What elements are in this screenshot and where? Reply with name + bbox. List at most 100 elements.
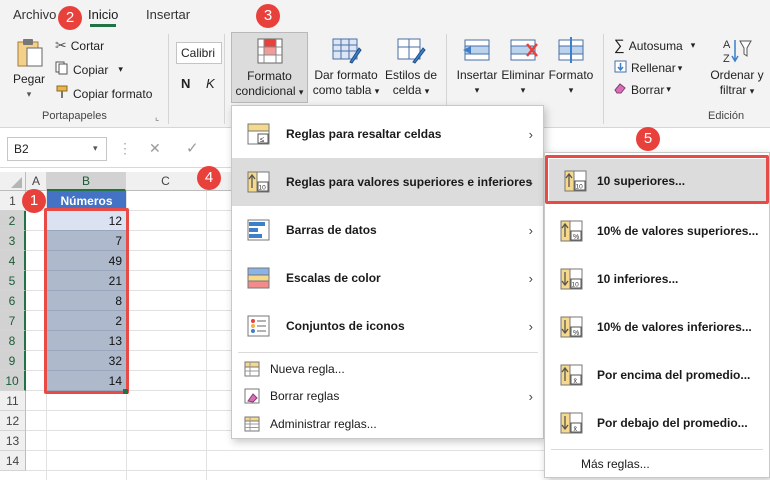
submenu-item-below-average[interactable]: x̄ Por debajo del promedio... [545,401,769,445]
row-header-9[interactable]: 9 [0,351,26,371]
clear-button[interactable]: Borrar ▾ [614,82,671,97]
tab-inicio[interactable]: Inicio [88,7,118,27]
insert-cells-icon [463,39,490,61]
group-divider [168,34,169,124]
cut-button[interactable]: ✂ Cortar [55,37,104,54]
menu-item-clear-rules[interactable]: Borrar reglas › [232,383,543,409]
column-header-b[interactable]: B [47,172,126,191]
enter-icon[interactable]: ✓ [186,139,199,157]
conditional-formatting-button[interactable]: Formato condicional ▾ [231,32,308,103]
submenu-item-top-10-percent[interactable]: % 10% de valores superiores... [545,209,769,253]
name-box[interactable]: B2 [7,137,107,161]
row-header-2[interactable]: 2 [0,211,26,231]
svg-text:10: 10 [259,185,267,192]
row-header-3[interactable]: 3 [0,231,26,251]
submenu-item-more-rules[interactable]: Más reglas... [545,453,769,475]
chevron-down-icon: ▾ [424,86,430,96]
submenu-item-label: 10 inferiores... [597,272,679,286]
above-average-icon: x̄ [560,364,583,386]
row-header-6[interactable]: 6 [0,291,26,311]
fill-button[interactable]: Rellenar ▾ [614,60,682,76]
delete-cells-button[interactable]: Eliminar ▾ [500,36,546,98]
delete-cells-label: Eliminar [501,68,545,82]
menu-item-icon-sets[interactable]: Conjuntos de iconos › [232,302,543,350]
row-header-8[interactable]: 8 [0,331,26,351]
menu-item-data-bars[interactable]: Barras de datos › [232,206,543,254]
column-header-a[interactable]: A [26,172,47,191]
top-10-percent-icon: % [560,220,583,242]
menu-item-label: Administrar reglas... [270,417,377,431]
manage-rules-icon [244,416,260,432]
italic-button[interactable]: K [206,76,215,91]
fill-label: Rellenar [631,61,676,75]
menu-item-top-bottom-rules[interactable]: 10 Reglas para valores superiores e infe… [232,158,543,206]
scissors-icon: ✂ [55,37,67,53]
cancel-icon[interactable]: ✕ [149,140,161,157]
conditional-formatting-icon [257,38,282,64]
svg-text:x̄: x̄ [574,378,578,385]
copy-icon [55,61,69,78]
svg-text:%: % [573,234,579,241]
tab-archivo[interactable]: Archivo [13,7,56,22]
row-header-12[interactable]: 12 [0,411,26,431]
format-cells-button[interactable]: Formato ▾ [547,36,595,98]
copy-dropdown-icon[interactable]: ▾ [118,64,123,75]
fill-handle[interactable] [123,389,128,394]
format-as-table-label-2: como tabla [312,83,372,97]
new-rule-icon [244,361,260,377]
column-header-c[interactable]: C [126,172,206,191]
insert-cells-button[interactable]: Insertar ▾ [452,36,502,98]
svg-text:10: 10 [572,282,580,289]
autosum-label: Autosuma [628,38,683,53]
chevron-right-icon: › [528,270,533,286]
formula-bar-grip-icon: ⋮ [118,140,132,156]
menu-item-color-scales[interactable]: Escalas de color › [232,254,543,302]
copy-button[interactable]: Copiar ▾ [55,61,123,78]
svg-text:≤: ≤ [260,135,265,144]
menu-divider [551,449,763,450]
row-header-14[interactable]: 14 [0,451,26,471]
select-all-corner[interactable] [0,172,26,191]
below-average-icon: x̄ [560,412,583,434]
format-painter-button[interactable]: Copiar formato [55,85,152,102]
menu-item-new-rule[interactable]: Nueva regla... [232,357,543,381]
font-name-field[interactable]: Calibri [176,42,222,64]
submenu-item-above-average[interactable]: x̄ Por encima del promedio... [545,353,769,397]
tab-insertar[interactable]: Insertar [146,7,190,22]
submenu-item-bottom-10-percent[interactable]: % 10% de valores inferiores... [545,305,769,349]
menu-item-highlight-rules[interactable]: ≤ Reglas para resaltar celdas › [232,110,543,158]
menu-item-label: Escalas de color [286,271,381,285]
paste-button[interactable]: Pegar ▾ [8,36,50,102]
menu-item-manage-rules[interactable]: Administrar reglas... [232,411,543,437]
chevron-right-icon: › [528,174,533,190]
paste-dropdown-icon: ▾ [26,89,32,99]
cell-styles-button[interactable]: Estilos de celda ▾ [383,36,439,99]
row-header-11[interactable]: 11 [0,391,26,411]
row-header-4[interactable]: 4 [0,251,26,271]
chevron-down-icon[interactable]: ▾ [691,40,696,51]
format-as-table-button[interactable]: Dar formato como tabla ▾ [311,36,381,99]
clipboard-launcher-icon[interactable]: ⌞ [155,112,159,123]
chevron-down-icon: ▾ [568,85,574,95]
cell-styles-icon [397,38,426,64]
format-painter-icon [55,85,69,102]
clipboard-group-label: Portapapeles [42,110,107,122]
menu-item-label: Conjuntos de iconos [286,319,405,333]
row-header-5[interactable]: 5 [0,271,26,291]
submenu-item-label: Por debajo del promedio... [597,416,748,430]
chevron-down-icon: ▾ [677,62,683,73]
row-header-13[interactable]: 13 [0,431,26,451]
sigma-icon: ∑ [614,37,625,54]
submenu-item-bottom-10[interactable]: 10 10 inferiores... [545,257,769,301]
submenu-item-label: Por encima del promedio... [597,368,751,382]
format-as-table-label-1: Dar formato [314,68,378,82]
row-header-10[interactable]: 10 [0,371,26,391]
sort-filter-button[interactable]: A Z Ordenar y filtrar ▾ [706,36,768,99]
autosum-button[interactable]: ∑ Autosuma ▾ [614,37,695,54]
row-header-7[interactable]: 7 [0,311,26,331]
svg-text:Z: Z [723,53,730,64]
cell-styles-label-2: celda [392,83,422,97]
paste-label: Pegar [12,72,46,86]
bold-button[interactable]: N [181,76,190,91]
name-box-dropdown-icon[interactable]: ▾ [93,143,98,154]
